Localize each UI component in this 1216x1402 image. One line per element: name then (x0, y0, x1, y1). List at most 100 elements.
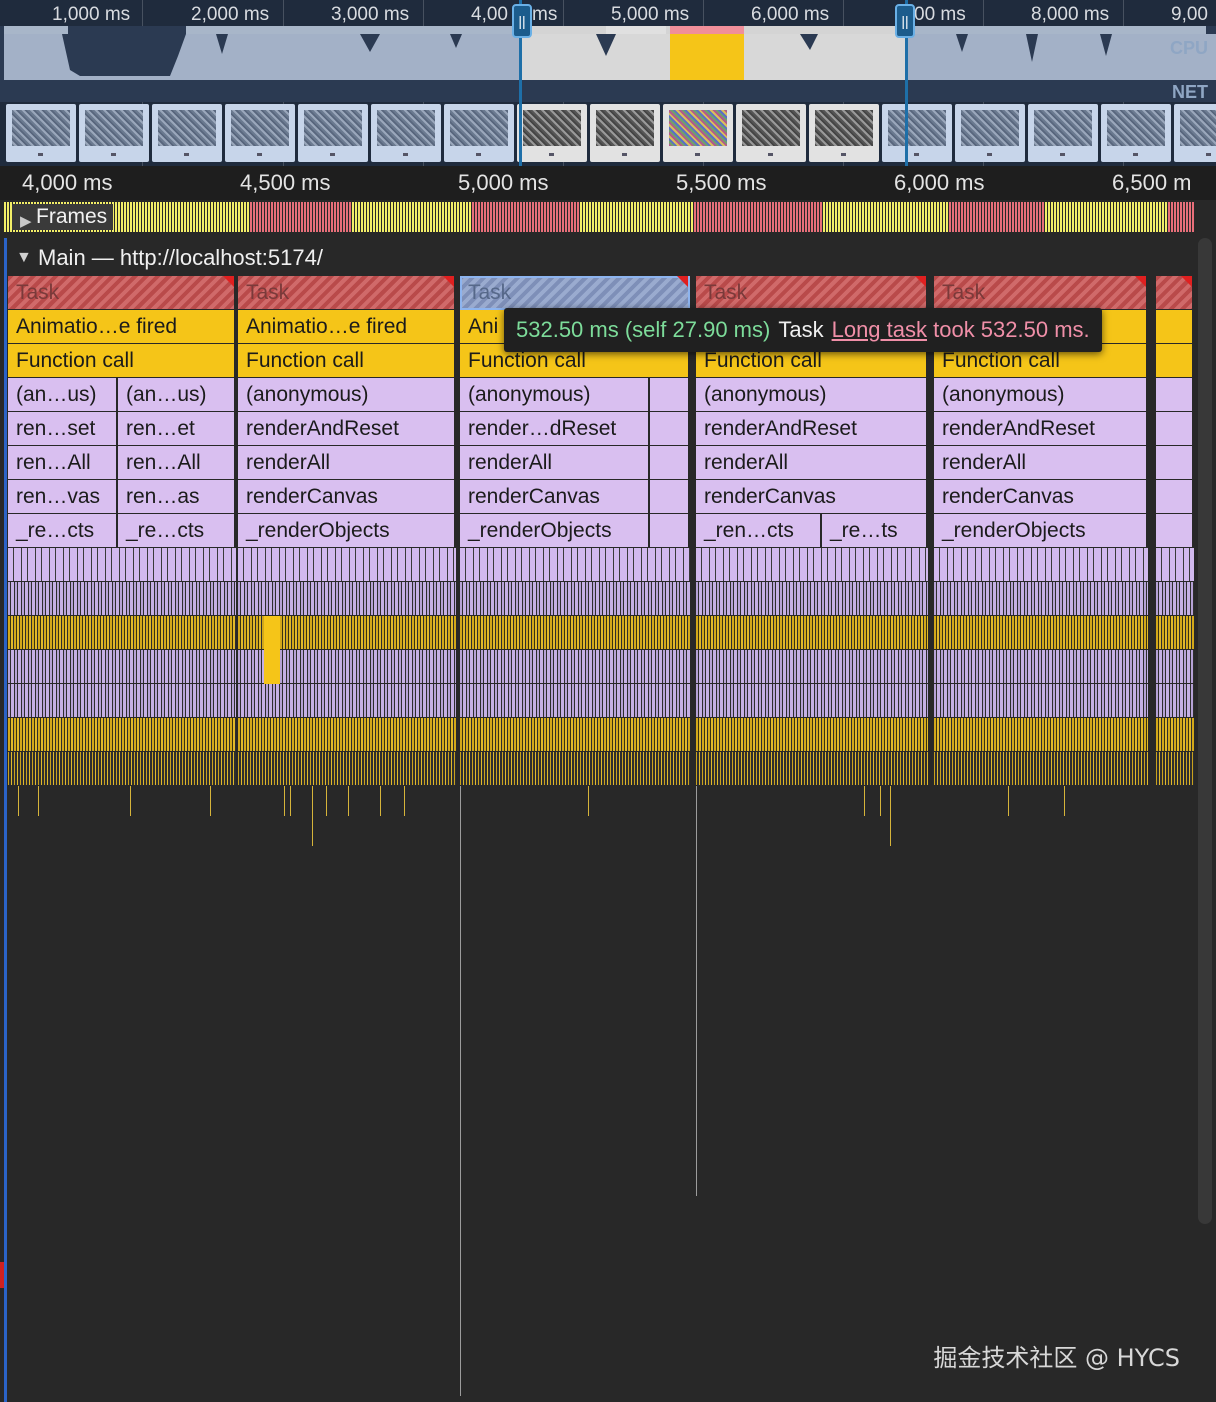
filmstrip-frame[interactable] (663, 104, 733, 162)
flame-block[interactable] (650, 412, 690, 446)
flame-subcall-row[interactable] (238, 548, 456, 582)
flame-block[interactable]: render…dReset (460, 412, 650, 446)
flame-block[interactable]: _renderObjects (934, 514, 1148, 548)
flame-subcall-row[interactable] (460, 718, 690, 752)
flame-subcall-row[interactable] (460, 582, 690, 616)
filmstrip-frame[interactable] (225, 104, 295, 162)
flame-subcall-row[interactable] (934, 548, 1148, 582)
flame-subcall-row[interactable] (8, 582, 236, 616)
flame-subcall-row[interactable] (238, 582, 456, 616)
filmstrip-frame[interactable] (736, 104, 806, 162)
task-block[interactable]: Task (8, 276, 236, 310)
filmstrip-frame[interactable] (371, 104, 441, 162)
vertical-scrollbar[interactable] (1198, 238, 1212, 1224)
flame-subcall-row[interactable] (696, 752, 928, 786)
flame-block[interactable]: _renderObjects (238, 514, 456, 548)
flame-subcall-row[interactable] (8, 752, 236, 786)
filmstrip-frame[interactable] (6, 104, 76, 162)
animation-frame-block[interactable] (1156, 310, 1194, 344)
main-thread-header[interactable]: ▼ Main — http://localhost:5174/ (8, 240, 1196, 276)
flame-block[interactable] (650, 480, 690, 514)
flame-subcall-row[interactable] (934, 616, 1148, 650)
flame-block[interactable]: ren…All (118, 446, 236, 480)
flame-subcall-row[interactable] (8, 616, 236, 650)
flame-subcall-row[interactable] (8, 548, 236, 582)
flame-subcall-row[interactable] (8, 684, 236, 718)
flame-subcall-row[interactable] (1156, 752, 1194, 786)
animation-frame-block[interactable]: Animatio…e fired (8, 310, 236, 344)
filmstrip-frame[interactable] (152, 104, 222, 162)
flame-block[interactable]: ren…as (118, 480, 236, 514)
flame-block[interactable]: renderAll (238, 446, 456, 480)
flame-subcall-row[interactable] (460, 752, 690, 786)
selection-left-handle[interactable]: || (512, 4, 532, 38)
flame-subcall-row[interactable] (934, 684, 1148, 718)
filmstrip-frame[interactable] (809, 104, 879, 162)
flame-block[interactable]: (anonymous) (696, 378, 928, 412)
task-block[interactable]: Task (460, 276, 690, 310)
flame-subcall-row[interactable] (934, 582, 1148, 616)
flame-subcall-row[interactable] (460, 616, 690, 650)
flame-subcall-row[interactable] (934, 752, 1148, 786)
filmstrip-frame[interactable] (298, 104, 368, 162)
task-block[interactable]: Task (696, 276, 928, 310)
flame-subcall-row[interactable] (8, 650, 236, 684)
flame-block[interactable]: (anonymous) (238, 378, 456, 412)
flame-block[interactable]: renderCanvas (238, 480, 456, 514)
flame-subcall-row[interactable] (238, 752, 456, 786)
long-task-link[interactable]: Long task (832, 317, 927, 342)
flame-block[interactable]: _re…ts (822, 514, 928, 548)
flame-block[interactable]: _re…cts (118, 514, 236, 548)
animation-frame-block[interactable]: Animatio…e fired (238, 310, 456, 344)
flame-block[interactable]: renderAndReset (934, 412, 1148, 446)
flame-block[interactable] (650, 446, 690, 480)
frames-track-header[interactable]: ▶ Frames (12, 204, 114, 230)
flame-block[interactable] (1156, 446, 1194, 480)
flame-block[interactable] (1156, 344, 1194, 378)
flame-block[interactable]: _re…cts (8, 514, 118, 548)
selection-right-handle[interactable]: || (895, 4, 915, 38)
filmstrip-frame[interactable] (1101, 104, 1171, 162)
filmstrip-frame[interactable] (590, 104, 660, 162)
flame-block[interactable] (650, 378, 690, 412)
flame-block[interactable]: ren…set (8, 412, 118, 446)
filmstrip-frame[interactable] (955, 104, 1025, 162)
flame-subcall-row[interactable] (8, 718, 236, 752)
flame-subcall-row[interactable] (934, 718, 1148, 752)
flame-block[interactable] (1156, 514, 1194, 548)
flame-block[interactable]: Function call (8, 344, 236, 378)
flame-subcall-row[interactable] (1156, 548, 1194, 582)
flame-subcall-row[interactable] (1156, 582, 1194, 616)
flame-block[interactable]: renderAll (696, 446, 928, 480)
filmstrip-frame[interactable] (1028, 104, 1098, 162)
flame-subcall-row[interactable] (696, 616, 928, 650)
flame-block[interactable]: renderAndReset (696, 412, 928, 446)
flame-subcall-row[interactable] (1156, 616, 1194, 650)
flame-block[interactable]: renderAndReset (238, 412, 456, 446)
flame-block[interactable]: renderAll (460, 446, 650, 480)
filmstrip-frame[interactable] (79, 104, 149, 162)
task-block[interactable]: Task (934, 276, 1148, 310)
timeline-overview[interactable]: 1,000 ms 2,000 ms 3,000 ms 4,00 ms 5,000… (0, 0, 1216, 166)
flame-block[interactable] (1156, 480, 1194, 514)
flame-subcall-row[interactable] (238, 718, 456, 752)
flame-block[interactable] (650, 514, 690, 548)
flame-block[interactable]: ren…All (8, 446, 118, 480)
flame-block[interactable]: ren…vas (8, 480, 118, 514)
flame-block[interactable] (1156, 412, 1194, 446)
task-block[interactable] (1156, 276, 1194, 310)
flame-block[interactable]: renderCanvas (460, 480, 650, 514)
flame-subcall-row[interactable] (696, 650, 928, 684)
filmstrip-frame[interactable] (1174, 104, 1216, 162)
frames-track[interactable] (4, 200, 1194, 234)
screenshot-filmstrip[interactable] (0, 102, 1216, 164)
flame-subcall-row[interactable] (460, 650, 690, 684)
flame-block[interactable] (1156, 378, 1194, 412)
flame-subcall-row[interactable] (696, 548, 928, 582)
flame-block[interactable]: Function call (238, 344, 456, 378)
flame-subcall-row[interactable] (460, 548, 690, 582)
flame-block[interactable]: renderCanvas (934, 480, 1148, 514)
flame-block[interactable]: (anonymous) (460, 378, 650, 412)
task-block[interactable]: Task (238, 276, 456, 310)
filmstrip-frame[interactable] (882, 104, 952, 162)
